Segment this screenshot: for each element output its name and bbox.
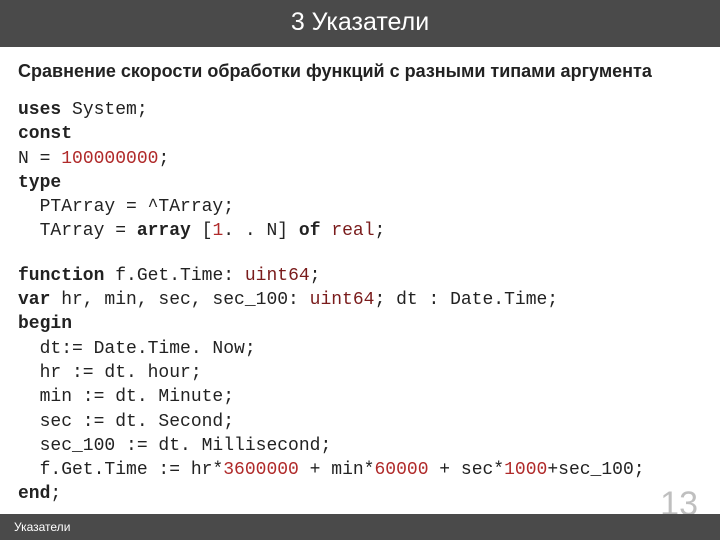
code-text: . . N]	[223, 221, 299, 241]
code-block-2: function f.Get.Time: uint64; var hr, min…	[18, 264, 702, 507]
code-text: hr, min, sec, sec_100:	[50, 290, 309, 310]
keyword: array	[137, 221, 191, 241]
code-text: hr := dt. hour;	[18, 363, 202, 383]
keyword: of	[299, 221, 321, 241]
number-literal: 3600000	[223, 460, 299, 480]
code-text	[321, 221, 332, 241]
subtitle: Сравнение скорости обработки функций с р…	[18, 61, 702, 82]
code-text: +sec_100;	[547, 460, 644, 480]
code-text: f.Get.Time:	[104, 266, 244, 286]
code-text: System;	[61, 100, 147, 120]
number-literal: 60000	[374, 460, 428, 480]
keyword: function	[18, 266, 104, 286]
code-text: sec_100 := dt. Millisecond;	[18, 436, 331, 456]
code-text: sec := dt. Second;	[18, 412, 234, 432]
keyword: type	[18, 173, 61, 193]
page-title: 3 Указатели	[291, 8, 429, 36]
footer-bar: Указатели	[0, 514, 720, 540]
footer-label: Указатели	[14, 520, 70, 534]
code-text: ;	[375, 221, 386, 241]
keyword: var	[18, 290, 50, 310]
keyword: end	[18, 484, 50, 504]
keyword: const	[18, 124, 72, 144]
code-text: + sec*	[429, 460, 505, 480]
code-block-1: uses System; const N = 100000000; type P…	[18, 98, 702, 244]
title-bar: 3 Указатели	[0, 0, 720, 47]
keyword: uses	[18, 100, 61, 120]
code-text: ;	[158, 149, 169, 169]
number-literal: 100000000	[61, 149, 158, 169]
code-text: ;	[310, 266, 321, 286]
number-literal: 1000	[504, 460, 547, 480]
code-text: + min*	[299, 460, 375, 480]
number-literal: 1	[212, 221, 223, 241]
code-text: PTArray = ^TArray;	[18, 197, 234, 217]
code-text: TArray =	[18, 221, 137, 241]
code-text: dt:= Date.Time. Now;	[18, 339, 256, 359]
code-text: ;	[50, 484, 61, 504]
code-text: f.Get.Time := hr*	[18, 460, 223, 480]
code-text: [	[191, 221, 213, 241]
code-text: N =	[18, 149, 61, 169]
code-text: ; dt : Date.Time;	[374, 290, 558, 310]
keyword: begin	[18, 314, 72, 334]
type-name: real	[331, 221, 374, 241]
type-name: uint64	[245, 266, 310, 286]
code-text: min := dt. Minute;	[18, 387, 234, 407]
type-name: uint64	[310, 290, 375, 310]
